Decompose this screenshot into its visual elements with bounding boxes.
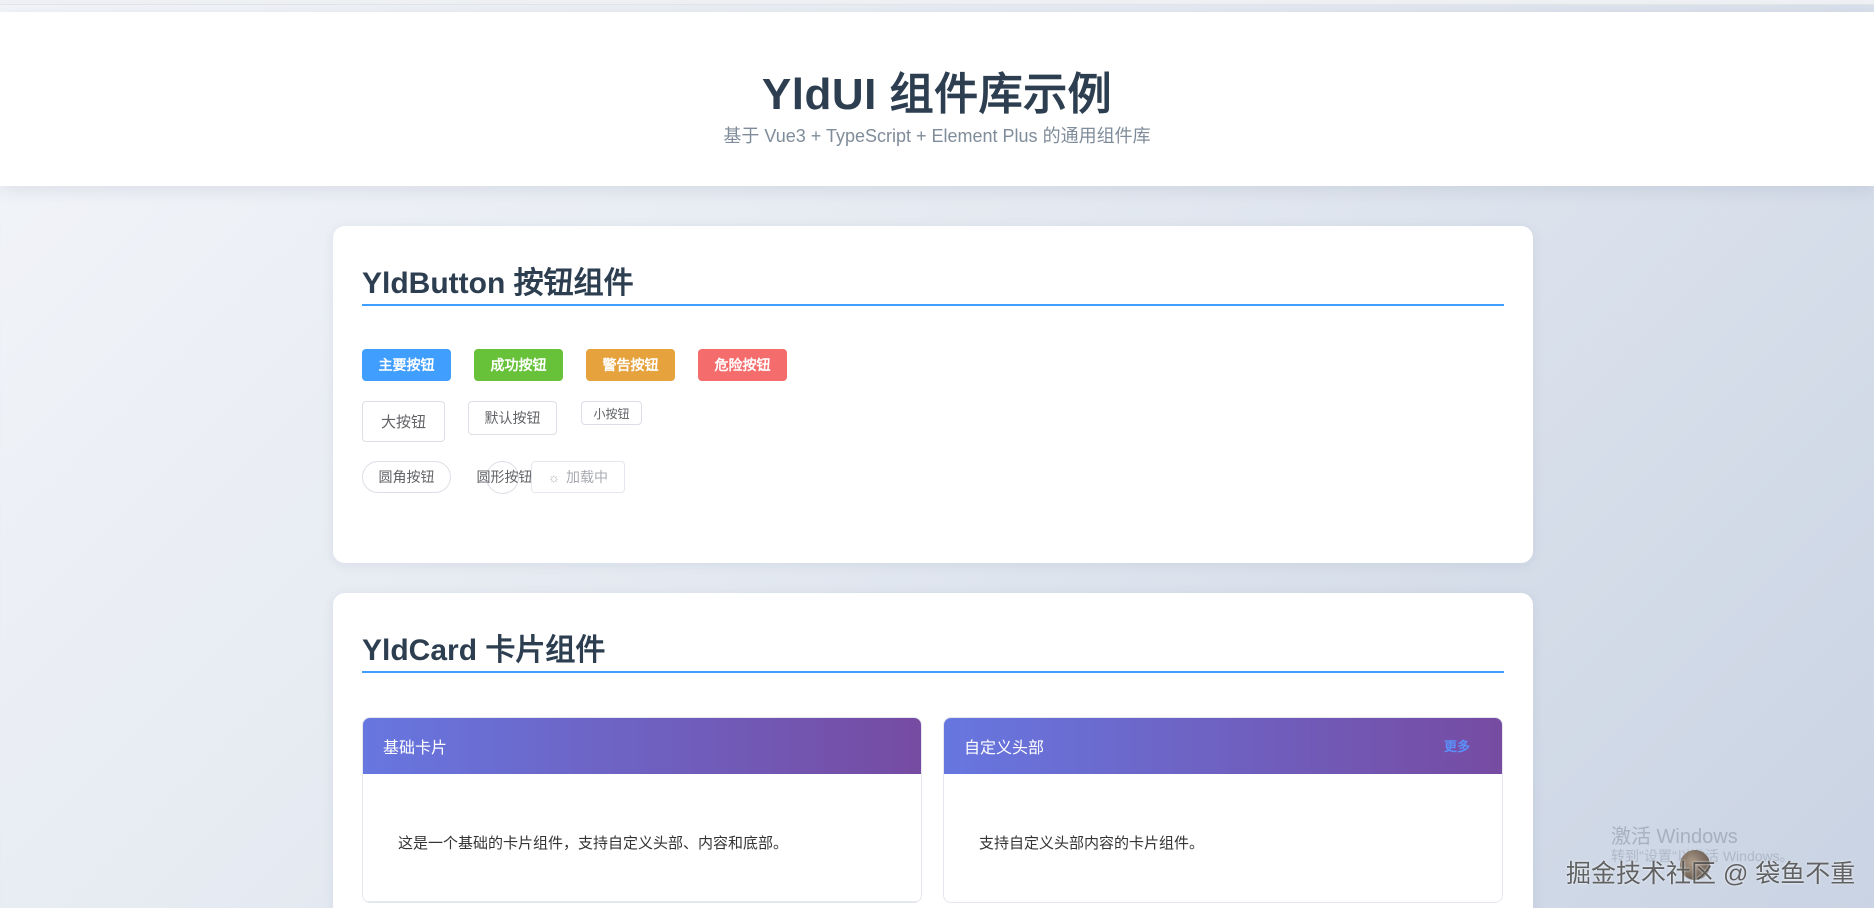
circle-button-label: 圆形按钮 xyxy=(476,469,533,485)
button-section: YldButton 按钮组件 主要按钮 成功按钮 警告按钮 危险按钮 大按钮 默… xyxy=(333,226,1533,563)
basic-card: 基础卡片 这是一个基础的卡片组件，支持自定义头部、内容和底部。 xyxy=(362,717,922,903)
primary-button[interactable]: 主要按钮 xyxy=(362,349,451,381)
loading-button-label: 加载中 xyxy=(565,469,608,485)
card-section: YldCard 卡片组件 基础卡片 这是一个基础的卡片组件，支持自定义头部、内容… xyxy=(333,593,1533,908)
basic-card-header-title: 基础卡片 xyxy=(383,740,448,757)
warning-button[interactable]: 警告按钮 xyxy=(586,349,675,381)
custom-card-header: 自定义头部 更多 xyxy=(944,718,1502,774)
browser-top-strip xyxy=(0,0,1874,5)
custom-header-card: 自定义头部 更多 支持自定义头部内容的卡片组件。 xyxy=(943,717,1503,903)
success-button[interactable]: 成功按钮 xyxy=(474,349,563,381)
round-button[interactable]: 圆角按钮 xyxy=(362,461,451,493)
basic-card-body: 这是一个基础的卡片组件，支持自定义头部、内容和底部。 xyxy=(398,835,789,852)
basic-card-header: 基础卡片 xyxy=(363,718,921,774)
basic-card-footer-divider xyxy=(363,901,921,902)
large-button[interactable]: 大按钮 xyxy=(362,401,445,442)
page-header: YldUI 组件库示例 基于 Vue3 + TypeScript + Eleme… xyxy=(0,12,1874,186)
loading-button[interactable]: ☼ 加载中 xyxy=(531,461,625,493)
site-watermark: 掘金技术社区 @ 袋鱼不重 xyxy=(1566,860,1856,888)
button-section-title: YldButton 按钮组件 xyxy=(362,258,1504,306)
circle-button[interactable]: 圆形按钮 xyxy=(476,461,533,494)
danger-button[interactable]: 危险按钮 xyxy=(698,349,787,381)
small-button[interactable]: 小按钮 xyxy=(581,401,642,425)
activate-windows-watermark: 激活 Windows xyxy=(1611,826,1738,848)
custom-card-body: 支持自定义头部内容的卡片组件。 xyxy=(979,835,1205,852)
more-link[interactable]: 更多 xyxy=(1444,736,1470,755)
default-button[interactable]: 默认按钮 xyxy=(468,401,557,435)
page-title: YldUI 组件库示例 xyxy=(761,70,1113,119)
custom-card-header-title: 自定义头部 xyxy=(964,740,1045,757)
card-section-title: YldCard 卡片组件 xyxy=(362,625,1504,673)
page-subtitle: 基于 Vue3 + TypeScript + Element Plus 的通用组… xyxy=(723,126,1151,146)
spinner-icon: ☼ xyxy=(548,469,560,485)
